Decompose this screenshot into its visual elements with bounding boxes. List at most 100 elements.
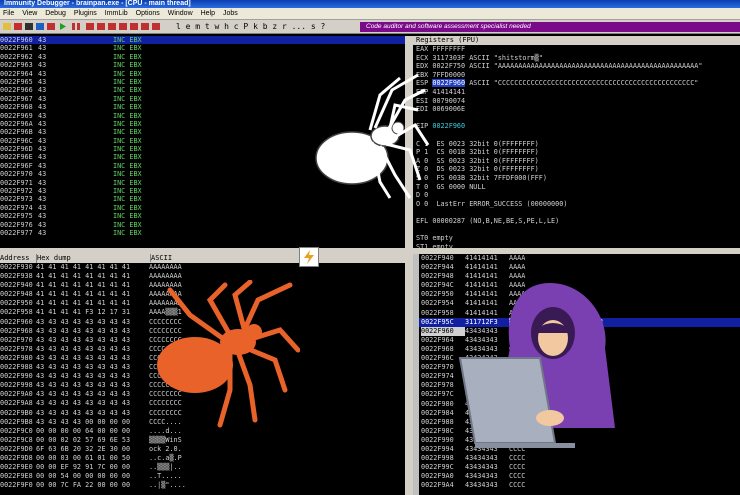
toolbar-buttons[interactable] [2, 22, 172, 31]
disasm-address: 0022F96A [0, 119, 33, 128]
register-line[interactable]: T 0 GS 0000 NULL [413, 183, 740, 192]
menu-debug[interactable]: Debug [42, 8, 69, 19]
disasm-row[interactable]: 0022F976 43 INC EBX [0, 221, 405, 229]
register-line[interactable]: EBP 41414141 [413, 88, 740, 97]
dump-hex: 00 00 7C FA 22 00 00 00 [36, 481, 131, 490]
dump-ascii: ock 2.0. [149, 444, 182, 453]
menu-plugins[interactable]: Plugins [71, 8, 100, 19]
register-line[interactable]: EFL 00000287 (NO,B,NE,BE,S,PE,L,LE) [413, 217, 740, 226]
dump-hex: 43 43 43 43 43 43 43 43 [36, 317, 131, 326]
disasm-mnemonic: INC EBX [113, 86, 142, 95]
dump-hex: 41 41 41 41 F3 12 17 31 [36, 308, 131, 317]
register-line[interactable] [413, 208, 740, 217]
disasm-row[interactable]: 0022F960 43 INC EBX [0, 36, 405, 45]
stack-row[interactable]: 0022F9A0 43434343 CCCC [419, 472, 740, 481]
disasm-address: 0022F96D [0, 145, 33, 154]
jobs-banner[interactable]: Code auditor and software assessment spe… [360, 22, 740, 32]
register-line[interactable]: EDX 0022F750 ASCII "AAAAAAAAAAAAAAAAAAAA… [413, 62, 740, 71]
disasm-mnemonic: INC EBX [113, 94, 142, 103]
stack-row[interactable]: 0022F9A4 43434343 CCCC [419, 481, 740, 490]
disasm-mnemonic: INC EBX [113, 103, 142, 112]
register-line[interactable]: ST0 empty [413, 234, 740, 243]
register-line[interactable]: ESI 00790074 [413, 97, 740, 106]
register-line[interactable]: A 0 SS 0023 32bit 0(FFFFFFFF) [413, 157, 740, 166]
dump-col-ascii[interactable]: ASCII [150, 254, 173, 262]
dump-ascii: ..|▒".... [149, 481, 186, 490]
stack-row[interactable]: 0022F944 41414141 AAAA [419, 263, 740, 272]
disasm-address: 0022F976 [0, 220, 33, 229]
stack-address: 0022F9A4 [421, 481, 454, 490]
dump-address: 0022F968 [0, 326, 33, 335]
menu-file[interactable]: File [0, 8, 17, 19]
register-line[interactable]: C 1 ES 0023 32bit 0(FFFFFFFF) [413, 140, 740, 149]
dump-row[interactable]: 0022F9D0 6F 63 6B 20 32 2E 30 00 ock 2.0. [0, 445, 405, 454]
stack-row[interactable]: 0022F99C 43434343 CCCC [419, 463, 740, 472]
menu-help[interactable]: Help [198, 8, 218, 19]
registers-pane[interactable]: Registers (FPU) EAX FFFFFFFF ECX 3117303F… [413, 36, 740, 248]
dump-hex: 43 43 43 43 43 43 43 43 [36, 344, 131, 353]
dump-hex: 41 41 41 41 41 41 41 41 [36, 263, 131, 271]
menu-window[interactable]: Window [165, 8, 196, 19]
register-line[interactable]: S 0 FS 003B 32bit 7FFDF000(FFF) [413, 174, 740, 183]
disasm-row[interactable]: 0022F974 43 INC EBX [0, 204, 405, 212]
debug-buttons-icon[interactable] [2, 22, 172, 31]
dump-hex: 00 00 03 00 61 01 00 50 [36, 453, 131, 462]
register-line[interactable]: EBX 7FFD0000 [413, 71, 740, 80]
register-line[interactable]: Z 0 DS 0023 32bit 0(FFFFFFFF) [413, 165, 740, 174]
dump-row[interactable]: 0022F9E8 00 00 54 00 00 00 00 00 ..T..... [0, 472, 405, 481]
disasm-mnemonic: INC EBX [113, 145, 142, 154]
register-line[interactable] [413, 114, 740, 123]
disasm-row[interactable]: 0022F975 43 INC EBX [0, 212, 405, 220]
disasm-address: 0022F977 [0, 228, 33, 237]
disasm-mnemonic: INC EBX [113, 203, 142, 212]
dump-address: 0022F998 [0, 381, 33, 390]
register-line[interactable]: ESP 0022F960 ASCII "CCCCCCCCCCCCCCCCCCCC… [413, 79, 740, 88]
disasm-hex: 43 [38, 103, 47, 112]
disasm-mnemonic: INC EBX [113, 161, 142, 170]
disasm-mnemonic: INC EBX [113, 136, 142, 145]
register-line[interactable]: EDI 0069006E [413, 105, 740, 114]
dump-row[interactable]: 0022F9D8 00 00 03 00 61 01 00 50 ..c.a▒.P [0, 454, 405, 463]
register-text: ECX 3117303F ASCII "shitstorm▒" [416, 53, 543, 62]
disasm-address: 0022F960 [0, 36, 33, 44]
dump-row[interactable]: 0022F930 41 41 41 41 41 41 41 41 AAAAAAAA [0, 263, 405, 272]
dump-address: 0022F9D8 [0, 453, 33, 462]
dump-col-hex[interactable]: Hex dump [36, 254, 150, 263]
menu-jobs[interactable]: Jobs [220, 8, 241, 19]
register-line[interactable]: EAX FFFFFFFF [413, 45, 740, 54]
stack-row[interactable]: 0022F998 43434343 CCCC [419, 454, 740, 463]
dump-header: Address Hex dump ASCII [0, 254, 405, 263]
disasm-row[interactable]: 0022F962 43 INC EBX [0, 53, 405, 61]
dump-row[interactable]: 0022F9E0 00 00 EF 92 91 7C 00 00 ..▒▒▒|.. [0, 463, 405, 472]
register-line[interactable]: EIP 0022F960 [413, 122, 740, 131]
menu-view[interactable]: View [19, 8, 40, 19]
register-text: EFL 00000287 (NO,B,NE,BE,S,PE,L,LE) [416, 216, 560, 225]
disasm-address: 0022F962 [0, 52, 33, 61]
disasm-mnemonic: INC EBX [113, 77, 142, 86]
dump-row[interactable]: 0022F9C8 00 00 02 02 57 69 6E 53 ▒▒▒▒WinS [0, 436, 405, 445]
stack-value: 41414141 [465, 254, 498, 262]
register-line[interactable]: D 0 [413, 191, 740, 200]
dump-hex: 43 43 43 43 43 43 43 43 [36, 353, 131, 362]
window-letters[interactable]: l e m t w h c P k b z r ... s ? [176, 22, 356, 31]
disasm-row[interactable]: 0022F963 43 INC EBX [0, 61, 405, 69]
register-line[interactable] [413, 225, 740, 234]
register-line[interactable]: O 0 LastErr ERROR_SUCCESS (00000000) [413, 200, 740, 209]
hooded-hacker-icon [458, 283, 615, 448]
disasm-address: 0022F96C [0, 136, 33, 145]
disasm-row[interactable]: 0022F961 43 INC EBX [0, 44, 405, 52]
dump-address: 0022F930 [0, 263, 33, 271]
disasm-row[interactable]: 0022F977 43 INC EBX [0, 229, 405, 237]
lightning-icon[interactable] [299, 247, 319, 267]
register-line[interactable]: ECX 3117303F ASCII "shitstorm▒" [413, 54, 740, 63]
dump-col-address[interactable]: Address [0, 254, 36, 263]
menu-options[interactable]: Options [133, 8, 163, 19]
stack-row[interactable]: 0022F940 41414141 AAAA [419, 254, 740, 263]
register-line[interactable] [413, 131, 740, 140]
dump-hex: 41 41 41 41 41 41 41 41 [36, 290, 131, 299]
register-line[interactable]: P 1 CS 001B 32bit 0(FFFFFFFF) [413, 148, 740, 157]
disasm-address: 0022F965 [0, 77, 33, 86]
dump-row[interactable]: 0022F9F0 00 00 7C FA 22 00 00 00 ..|▒".... [0, 481, 405, 490]
disasm-hex: 43 [38, 178, 47, 187]
menu-immlib[interactable]: ImmLib [102, 8, 131, 19]
